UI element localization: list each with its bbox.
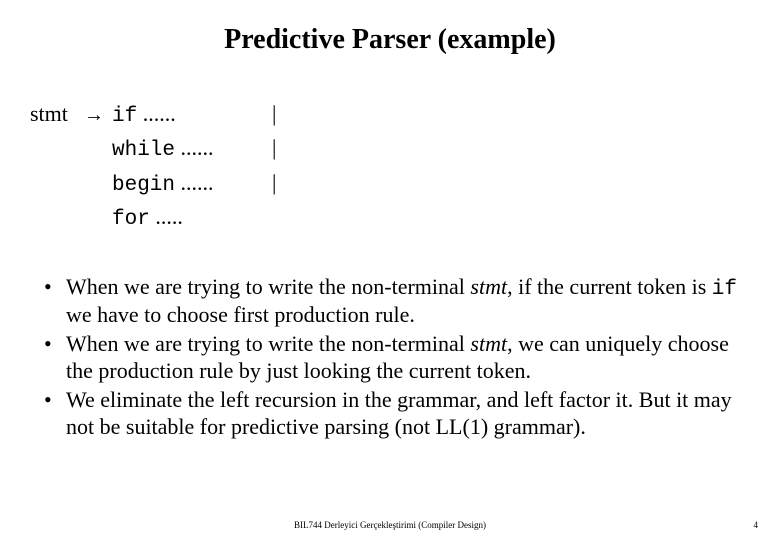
dots: ......	[175, 170, 214, 195]
list-item: When we are trying to write the non-term…	[40, 274, 752, 329]
production-body: for .....	[112, 201, 272, 235]
nonterminal-stmt: stmt	[470, 274, 507, 299]
grammar-block: stmt → if ...... | while ...... | begin …	[30, 98, 752, 236]
list-item: When we are trying to write the non-term…	[40, 331, 752, 385]
arrow-icon: →	[84, 101, 112, 130]
grammar-lhs: stmt	[30, 98, 84, 130]
bullet-text: , if the current token is	[507, 274, 712, 299]
grammar-row: while ...... |	[112, 132, 752, 166]
keyword-begin: begin	[112, 174, 175, 197]
dots: ......	[137, 101, 176, 126]
bullet-list: When we are trying to write the non-term…	[40, 274, 752, 441]
page-number: 4	[754, 520, 759, 530]
bullet-text: When we are trying to write the non-term…	[66, 274, 470, 299]
alt-bar: |	[272, 167, 276, 199]
bullet-text: we have to choose first production rule.	[66, 302, 415, 327]
nonterminal-stmt: stmt	[470, 331, 507, 356]
production-body: if ......	[112, 98, 272, 132]
footer-text: BIL744 Derleyici Gerçekleştirimi (Compil…	[0, 520, 780, 530]
bullet-text: We eliminate the left recursion in the g…	[66, 387, 732, 439]
alt-bar: |	[272, 98, 276, 130]
grammar-row: for .....	[112, 201, 752, 235]
page-title: Predictive Parser (example)	[28, 24, 752, 56]
keyword-while: while	[112, 139, 175, 162]
keyword-for: for	[112, 208, 150, 231]
grammar-row: begin ...... |	[112, 167, 752, 201]
keyword-if: if	[112, 105, 137, 128]
dots: ......	[175, 135, 214, 160]
token-if: if	[712, 278, 737, 301]
production-body: begin ......	[112, 167, 272, 201]
list-item: We eliminate the left recursion in the g…	[40, 387, 752, 441]
dots: .....	[150, 204, 183, 229]
production-body: while ......	[112, 132, 272, 166]
alt-bar: |	[272, 132, 276, 164]
grammar-row: stmt → if ...... |	[30, 98, 752, 132]
bullet-text: When we are trying to write the non-term…	[66, 331, 470, 356]
